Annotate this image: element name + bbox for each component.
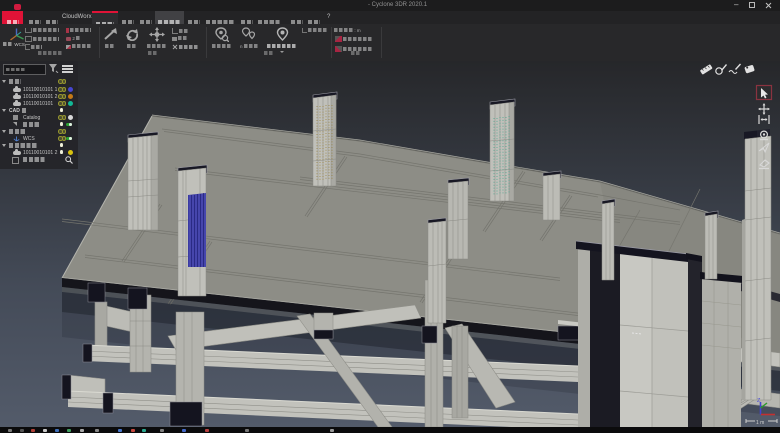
svg-text:1 m: 1 m [756, 420, 764, 426]
